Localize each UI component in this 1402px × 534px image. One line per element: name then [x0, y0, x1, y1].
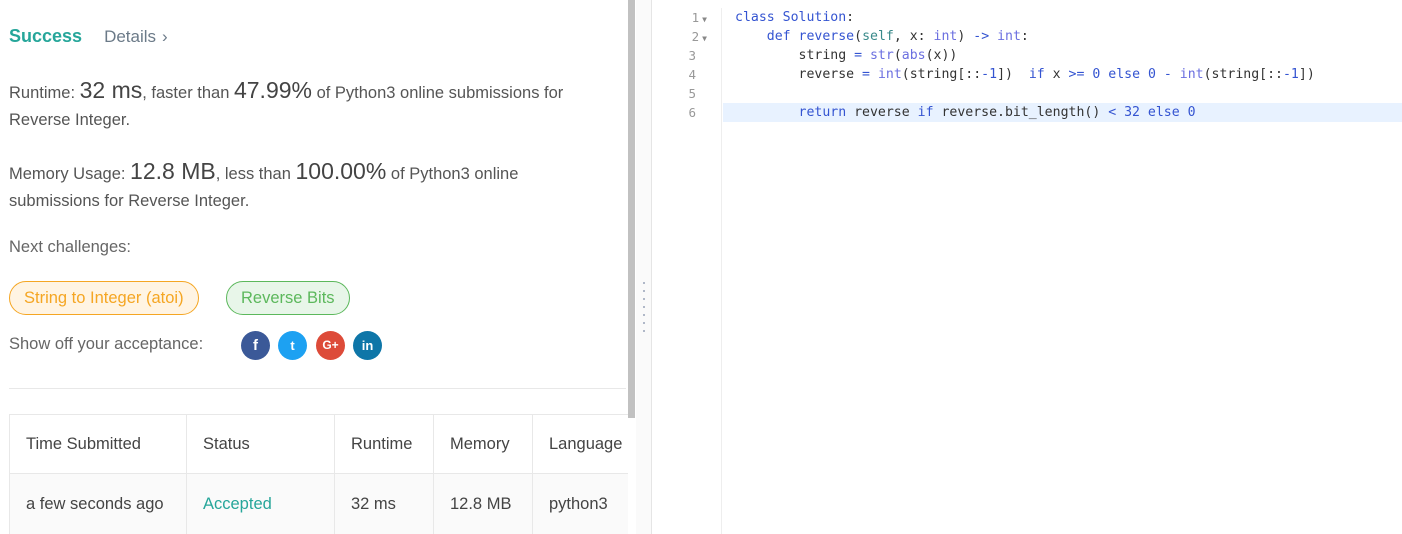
panel-splitter[interactable]	[636, 0, 652, 534]
col-time-submitted: Time Submitted	[9, 414, 187, 474]
table-header-row: Time Submitted Status Runtime Memory Lan…	[9, 414, 628, 474]
col-status: Status	[186, 414, 335, 474]
scrollbar[interactable]	[628, 0, 635, 418]
code-line[interactable]: class Solution:	[723, 8, 1402, 27]
google-plus-icon[interactable]: G+	[316, 331, 345, 360]
cell-status[interactable]: Accepted	[186, 473, 335, 534]
code-line[interactable]: return reverse if reverse.bit_length() <…	[723, 103, 1402, 122]
code-line[interactable]: reverse = int(string[::-1]) if x >= 0 el…	[723, 65, 1402, 84]
cell-memory: 12.8 MB	[433, 473, 533, 534]
linkedin-icon[interactable]: in	[353, 331, 382, 360]
cell-language: python3	[532, 473, 628, 534]
next-challenges-label: Next challenges:	[9, 238, 131, 256]
fold-arrow-icon[interactable]: ▼	[702, 34, 707, 43]
line-number: 2 ▼	[691, 29, 707, 44]
chevron-right-icon: ›	[162, 27, 168, 46]
status-success: Success	[9, 26, 83, 46]
divider	[9, 388, 626, 389]
col-memory: Memory	[433, 414, 533, 474]
drag-handle-icon[interactable]	[643, 282, 645, 334]
code-line[interactable]: def reverse(self, x: int) -> int:	[723, 27, 1402, 46]
fold-arrow-icon[interactable]: ▼	[702, 15, 707, 24]
cell-runtime: 32 ms	[334, 473, 434, 534]
share-label: Show off your acceptance:	[9, 335, 204, 353]
col-runtime: Runtime	[334, 414, 434, 474]
line-number: 6	[688, 105, 696, 120]
line-number: 1 ▼	[691, 10, 707, 25]
col-language: Language	[532, 414, 628, 474]
table-row[interactable]: a few seconds ago Accepted 32 ms 12.8 MB…	[9, 473, 628, 534]
submission-result-panel: Success Details › Runtime: 32 ms, faster …	[0, 0, 628, 534]
submissions-table: Time Submitted Status Runtime Memory Lan…	[9, 414, 628, 534]
code-editor[interactable]: 1 ▼ 2 ▼ 3 4 5 6 class Solution: def reverse(sel…	[653, 0, 1402, 534]
code-line[interactable]	[723, 84, 1402, 103]
challenge-string-to-integer[interactable]: String to Integer (atoi)	[9, 281, 199, 315]
memory-summary: Memory Usage: 12.8 MB, less than 100.00%…	[9, 158, 519, 210]
cell-time: a few seconds ago	[9, 473, 187, 534]
code-area[interactable]: class Solution: def reverse(self, x: int…	[723, 8, 1402, 122]
line-number: 5	[688, 86, 696, 101]
code-line[interactable]: string = str(abs(x))	[723, 46, 1402, 65]
facebook-icon[interactable]: f	[241, 331, 270, 360]
challenge-reverse-bits[interactable]: Reverse Bits	[226, 281, 350, 315]
details-link[interactable]: Details ›	[104, 27, 168, 47]
line-number: 3	[688, 48, 696, 63]
runtime-summary: Runtime: 32 ms, faster than 47.99% of Py…	[9, 77, 564, 129]
twitter-icon[interactable]: t	[278, 331, 307, 360]
line-gutter: 1 ▼ 2 ▼ 3 4 5 6	[653, 8, 722, 534]
line-number: 4	[688, 67, 696, 82]
